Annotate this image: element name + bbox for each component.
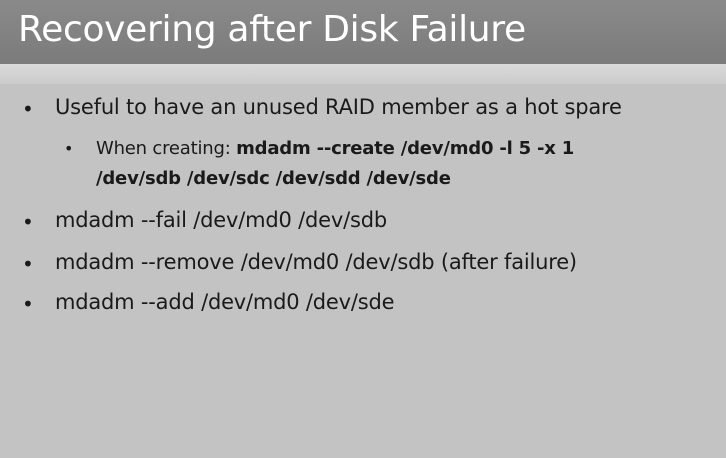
bullet-dot-icon: • [22,252,34,276]
bullet-item: • Useful to have an unused RAID member a… [0,95,726,125]
bullet-item: • mdadm --remove /dev/md0 /dev/sdb (afte… [0,250,726,280]
bullet-text: mdadm --fail /dev/md0 /dev/sdb [55,208,387,232]
title-divider [0,64,726,84]
bullet-dot-icon: • [22,97,34,121]
command-text: /dev/sdb /dev/sdc /dev/sdd /dev/sde [96,168,451,189]
bullet-item: • mdadm --add /dev/md0 /dev/sde [0,290,726,320]
sub-bullet-continuation: /dev/sdb /dev/sdc /dev/sdd /dev/sde [0,168,726,194]
slide-title: Recovering after Disk Failure [18,9,526,50]
sub-bullet-prefix: When creating: [96,138,237,159]
bullet-text: Useful to have an unused RAID member as … [55,95,622,119]
slide: Recovering after Disk Failure • Useful t… [0,0,726,458]
bullet-dot-icon: • [64,139,74,158]
command-text: mdadm --create /dev/md0 -l 5 -x 1 [236,138,575,159]
sub-bullet-text: When creating: mdadm --create /dev/md0 -… [96,138,574,159]
title-bar: Recovering after Disk Failure [0,0,726,64]
bullet-item: • mdadm --fail /dev/md0 /dev/sdb [0,208,726,238]
bullet-dot-icon: • [22,292,34,316]
bullet-text: mdadm --add /dev/md0 /dev/sde [55,290,395,314]
sub-bullet-item: • When creating: mdadm --create /dev/md0… [0,138,726,164]
bullet-text: mdadm --remove /dev/md0 /dev/sdb (after … [55,250,577,274]
bullet-dot-icon: • [22,210,34,234]
